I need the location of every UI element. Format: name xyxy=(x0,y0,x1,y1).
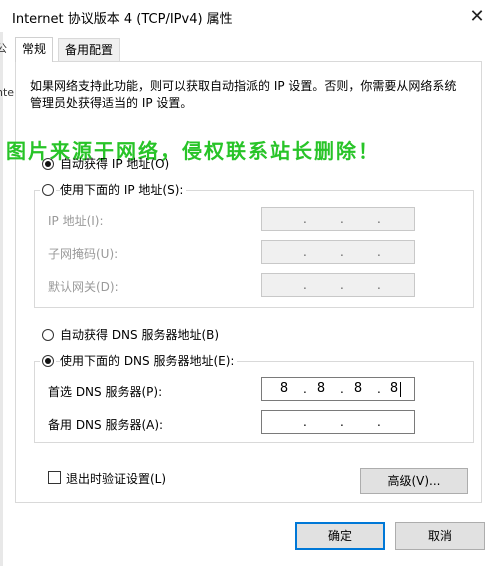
cancel-button[interactable]: 取消 xyxy=(395,522,485,550)
auto-ip-label[interactable]: 自动获得 IP 地址(O) xyxy=(60,155,169,172)
tab-alternate-config[interactable]: 备用配置 xyxy=(58,38,121,61)
radio-manual-dns[interactable] xyxy=(40,353,56,367)
preferred-dns-field[interactable]: 8 . 8 . 8 . 8 xyxy=(261,377,415,401)
auto-dns-label[interactable]: 自动获得 DNS 服务器地址(B) xyxy=(60,326,219,343)
window-title: Internet 协议版本 4 (TCP/IPv4) 属性 xyxy=(12,12,233,27)
radio-selected-icon[interactable] xyxy=(42,354,54,367)
tab-general[interactable]: 常规 xyxy=(15,37,54,62)
subnet-mask-label: 子网掩码(U): xyxy=(48,247,119,261)
ip-address-label: IP 地址(I): xyxy=(48,214,104,228)
alternate-dns-label: 备用 DNS 服务器(A): xyxy=(48,418,164,432)
text-cursor xyxy=(400,382,401,397)
radio-unselected-icon[interactable] xyxy=(42,183,54,196)
manual-dns-label[interactable]: 使用下面的 DNS 服务器地址(E): xyxy=(60,352,238,369)
manual-ip-label[interactable]: 使用下面的 IP 地址(S): xyxy=(60,181,187,198)
radio-unselected-icon[interactable] xyxy=(42,328,54,341)
radio-auto-ip[interactable] xyxy=(42,156,54,170)
radio-manual-ip[interactable] xyxy=(40,182,56,196)
background-window-edge xyxy=(0,32,3,566)
octet[interactable]: 8 xyxy=(346,381,370,396)
radio-auto-dns[interactable] xyxy=(42,327,54,341)
radio-selected-icon[interactable] xyxy=(42,157,54,170)
octet[interactable]: 8 xyxy=(272,381,296,396)
background-window-text: 公 xyxy=(0,42,7,55)
subnet-mask-field: ... xyxy=(261,240,415,264)
octet[interactable]: 8 xyxy=(309,381,333,396)
default-gateway-field: ... xyxy=(261,273,415,297)
alternate-dns-field[interactable]: ... xyxy=(261,410,415,434)
advanced-button[interactable]: 高级(V)... xyxy=(360,468,468,494)
octet[interactable]: 8 xyxy=(382,381,406,396)
ok-button[interactable]: 确定 xyxy=(295,522,385,550)
preferred-dns-label: 首选 DNS 服务器(P): xyxy=(48,385,163,399)
ip-address-field: ... xyxy=(261,207,415,231)
default-gateway-label: 默认网关(D): xyxy=(48,280,119,294)
description-text: 如果网络支持此功能，则可以获取自动指派的 IP 设置。否则，你需要从网络系统管理… xyxy=(30,79,457,110)
validate-checkbox[interactable] xyxy=(48,471,61,484)
validate-label[interactable]: 退出时验证设置(L) xyxy=(66,470,166,487)
close-icon[interactable]: ✕ xyxy=(462,2,492,30)
